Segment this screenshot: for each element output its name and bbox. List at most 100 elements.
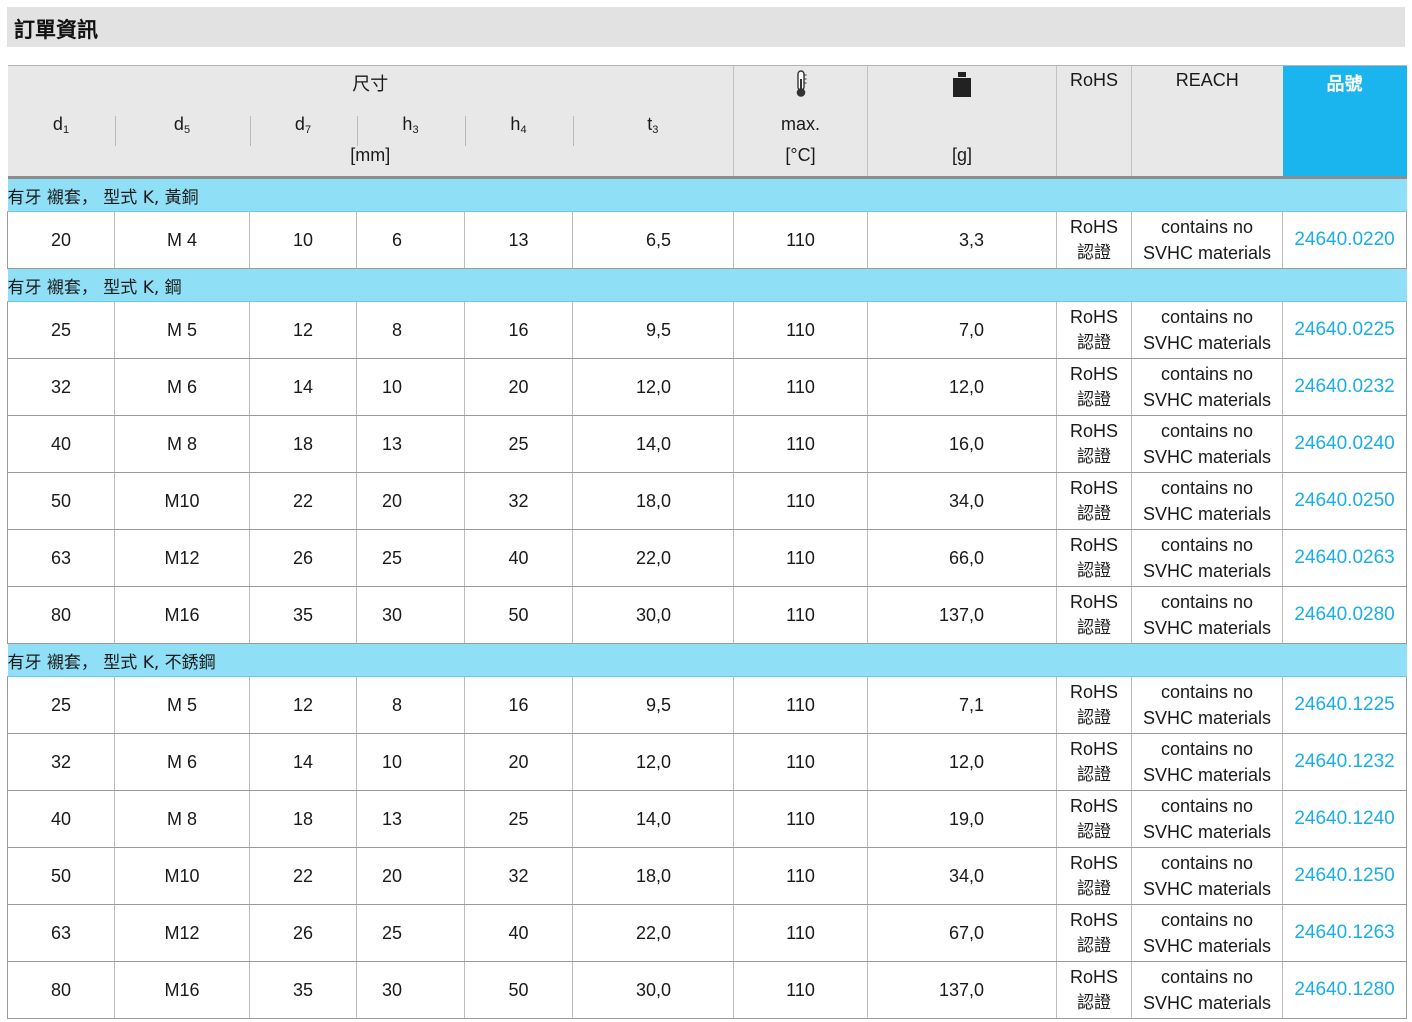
rohs-text: RoHS xyxy=(1070,478,1119,498)
cell-d5: M 5 xyxy=(114,676,250,734)
cell-max-temp: 110 xyxy=(733,790,868,848)
cell-rohs: RoHS 認證 xyxy=(1056,790,1132,848)
cell-h3: 25 xyxy=(356,529,465,587)
cell-t3: 12,0 xyxy=(571,733,734,791)
cell-max-temp: 110 xyxy=(733,676,868,734)
table-row[interactable]: 25 M 5 12 8 16 9,5 110 7,0 RoHS 認證 contains no SVHC… xyxy=(7,301,1408,359)
cell-d1: 63 xyxy=(7,529,115,587)
cell-t3: 9,5 xyxy=(571,301,734,359)
cell-t3: 9,5 xyxy=(571,676,734,734)
reach-line-2: SVHC materials xyxy=(1143,936,1272,956)
cell-d7: 14 xyxy=(249,358,357,416)
cell-rohs: RoHS 認證 xyxy=(1056,301,1132,359)
table-row[interactable]: 63 M12 26 25 40 22,0 110 67,0 RoHS 認證 contains no S… xyxy=(7,904,1408,962)
cell-d7: 22 xyxy=(249,472,357,530)
part-number-link[interactable]: 24640.0220 xyxy=(1282,211,1408,269)
table-row[interactable]: 50 M10 22 20 32 18,0 110 34,0 RoHS 認證 contains no S… xyxy=(7,472,1408,530)
cell-h3: 30 xyxy=(356,586,465,644)
unit-mm: [mm] xyxy=(7,145,734,179)
cell-h3: 20 xyxy=(356,472,465,530)
part-number-link[interactable]: 24640.0263 xyxy=(1282,529,1408,587)
part-number-link[interactable]: 24640.1225 xyxy=(1282,676,1408,734)
cell-h4: 16 xyxy=(464,676,573,734)
reach-line-2: SVHC materials xyxy=(1143,504,1272,524)
reach-line-1: contains no xyxy=(1160,364,1254,384)
col-t3-header: t3 xyxy=(572,114,734,146)
table-row[interactable]: 20 M 4 10 6 13 6,5 110 3,3 RoHS 認證 contains no SVHC… xyxy=(7,211,1408,269)
part-number-link[interactable]: 24640.1232 xyxy=(1282,733,1408,791)
cell-d1: 32 xyxy=(7,358,115,416)
table-row[interactable]: 32 M 6 14 10 20 12,0 110 12,0 RoHS 認證 contains no S… xyxy=(7,733,1408,791)
reach-line-2: SVHC materials xyxy=(1143,243,1272,263)
cell-max-temp: 110 xyxy=(733,733,868,791)
reach-line-1: contains no xyxy=(1160,910,1254,930)
col-d7-header: d7 xyxy=(249,114,357,146)
rohs-cert-text: 認證 xyxy=(1077,504,1112,524)
cell-d7: 12 xyxy=(249,301,357,359)
cell-reach: contains no SVHC materials xyxy=(1131,358,1283,416)
cell-reach: contains no SVHC materials xyxy=(1131,529,1283,587)
cell-d5: M 6 xyxy=(114,733,250,791)
cell-h4: 25 xyxy=(464,415,573,473)
cell-d7: 10 xyxy=(249,211,357,269)
cell-h3: 8 xyxy=(356,301,465,359)
cell-d7: 26 xyxy=(249,904,357,962)
reach-line-2: SVHC materials xyxy=(1143,618,1272,638)
cell-max-temp: 110 xyxy=(733,358,868,416)
reach-line-2: SVHC materials xyxy=(1143,447,1272,467)
cell-d1: 25 xyxy=(7,301,115,359)
cell-d5: M12 xyxy=(114,904,250,962)
part-number-link[interactable]: 24640.1263 xyxy=(1282,904,1408,962)
cell-d1: 50 xyxy=(7,472,115,530)
cell-h4: 40 xyxy=(464,904,573,962)
part-number-link[interactable]: 24640.0225 xyxy=(1282,301,1408,359)
reach-line-1: contains no xyxy=(1160,535,1254,555)
cell-rohs: RoHS 認證 xyxy=(1056,847,1132,905)
part-number-link[interactable]: 24640.1240 xyxy=(1282,790,1408,848)
cell-weight: 34,0 xyxy=(867,847,1057,905)
cell-rohs: RoHS 認證 xyxy=(1056,529,1132,587)
cell-rohs: RoHS 認證 xyxy=(1056,904,1132,962)
rohs-cert-text: 認證 xyxy=(1077,879,1112,899)
part-number-link[interactable]: 24640.0250 xyxy=(1282,472,1408,530)
table-row[interactable]: 40 M 8 18 13 25 14,0 110 16,0 RoHS 認證 contains no S… xyxy=(7,415,1408,473)
cell-max-temp: 110 xyxy=(733,847,868,905)
cell-weight: 137,0 xyxy=(867,586,1057,644)
unit-celsius: [°C] xyxy=(733,145,868,179)
table-row[interactable]: 50 M10 22 20 32 18,0 110 34,0 RoHS 認證 contains no S… xyxy=(7,847,1408,905)
cell-h4: 20 xyxy=(464,358,573,416)
cell-d5: M 4 xyxy=(114,211,250,269)
cell-reach: contains no SVHC materials xyxy=(1131,472,1283,530)
cell-d5: M10 xyxy=(114,472,250,530)
cell-rohs: RoHS 認證 xyxy=(1056,586,1132,644)
rohs-cert-text: 認證 xyxy=(1077,936,1112,956)
header-row-1: 尺寸 RoHS REACH 品號 xyxy=(7,65,1407,179)
cell-t3: 22,0 xyxy=(571,904,734,962)
reach-line-1: contains no xyxy=(1160,421,1254,441)
rohs-cert-text: 認證 xyxy=(1077,708,1112,728)
rohs-cert-text: 認證 xyxy=(1077,822,1112,842)
table-row[interactable]: 63 M12 26 25 40 22,0 110 66,0 RoHS 認證 contains no S… xyxy=(7,529,1408,587)
table-row[interactable]: 40 M 8 18 13 25 14,0 110 19,0 RoHS 認證 contains no S… xyxy=(7,790,1408,848)
part-number-link[interactable]: 24640.0280 xyxy=(1282,586,1408,644)
table-row[interactable]: 25 M 5 12 8 16 9,5 110 7,1 RoHS 認證 contains no SVHC… xyxy=(7,676,1408,734)
cell-weight: 16,0 xyxy=(867,415,1057,473)
rohs-text: RoHS xyxy=(1070,217,1119,237)
table-row[interactable]: 80 M16 35 30 50 30,0 110 137,0 RoHS 認證 contains no… xyxy=(7,586,1408,644)
cell-weight: 67,0 xyxy=(867,904,1057,962)
rohs-cert-text: 認證 xyxy=(1077,243,1112,263)
cell-h3: 25 xyxy=(356,904,465,962)
cell-h4: 13 xyxy=(464,211,573,269)
cell-d1: 80 xyxy=(7,586,115,644)
table-row[interactable]: 32 M 6 14 10 20 12,0 110 12,0 RoHS 認證 contains no S… xyxy=(7,358,1408,416)
part-number-link[interactable]: 24640.0240 xyxy=(1282,415,1408,473)
part-number-link[interactable]: 24640.1280 xyxy=(1282,961,1408,1019)
cell-reach: contains no SVHC materials xyxy=(1131,676,1283,734)
cell-d5: M 6 xyxy=(114,358,250,416)
part-number-header: 品號 xyxy=(1282,65,1407,179)
table-row[interactable]: 80 M16 35 30 50 30,0 110 137,0 RoHS 認證 contains no… xyxy=(7,961,1408,1019)
part-number-link[interactable]: 24640.1250 xyxy=(1282,847,1408,905)
cell-d1: 32 xyxy=(7,733,115,791)
rohs-text: RoHS xyxy=(1070,796,1119,816)
part-number-link[interactable]: 24640.0232 xyxy=(1282,358,1408,416)
